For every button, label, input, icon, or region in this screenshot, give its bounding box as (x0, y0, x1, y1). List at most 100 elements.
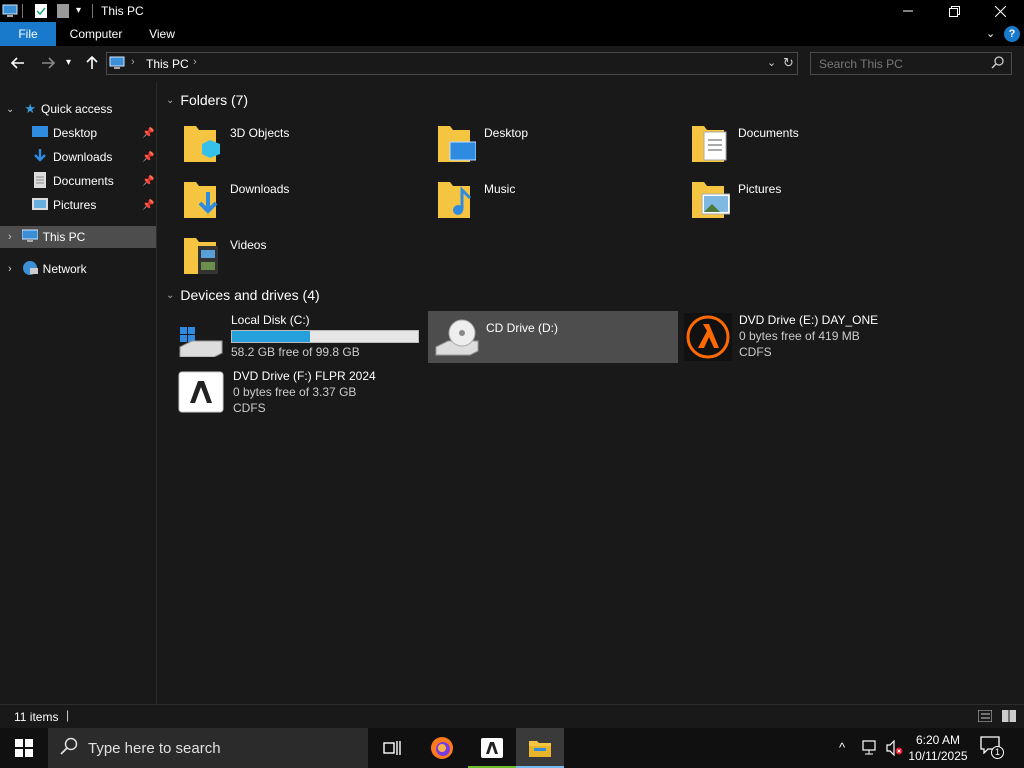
search-input[interactable]: Search This PC (819, 57, 903, 71)
volume-muted-icon[interactable] (886, 739, 904, 759)
windows-icon (15, 739, 33, 757)
adobe-app-button[interactable] (468, 728, 516, 768)
group-header-devices[interactable]: ⌄ Devices and drives (4) (166, 287, 320, 303)
drive-label: Local Disk (C:) (231, 313, 310, 327)
folder-desktop[interactable]: Desktop (436, 120, 676, 170)
chevron-down-icon[interactable]: ⌄ (166, 290, 174, 301)
folder-3d-objects[interactable]: 3D Objects (182, 120, 422, 170)
tab-view[interactable]: View (140, 22, 184, 46)
new-folder-icon[interactable] (56, 3, 70, 19)
sidebar-item-label: This PC (42, 230, 86, 244)
properties-icon[interactable] (34, 3, 48, 19)
sidebar-item-quick-access[interactable]: ⌄ ★ Quick access (0, 98, 156, 120)
breadcrumb-separator-icon[interactable]: › (131, 56, 135, 68)
sidebar-item-label: Downloads (53, 150, 113, 164)
status-bar: 11 items | (0, 704, 1024, 728)
up-arrow-icon[interactable] (84, 55, 100, 74)
file-explorer-button[interactable] (516, 728, 564, 768)
chevron-down-icon[interactable]: ⌄ (6, 104, 14, 115)
task-view-button[interactable] (368, 728, 416, 768)
show-hidden-icons-icon[interactable]: ^ (839, 740, 845, 755)
sidebar-item-downloads[interactable]: Downloads 📌 (0, 146, 156, 168)
drive-label: DVD Drive (E:) DAY_ONE (739, 313, 879, 327)
half-life-lambda-icon (684, 313, 732, 364)
start-button[interactable] (0, 728, 48, 768)
taskbar-search-input[interactable]: Type here to search (88, 740, 221, 757)
network-status-icon[interactable] (862, 740, 880, 759)
pin-icon[interactable]: 📌 (142, 176, 154, 187)
this-pc-icon (109, 56, 125, 73)
address-dropdown-icon[interactable]: ⌄ (767, 56, 776, 69)
chevron-down-icon[interactable]: ⌄ (166, 95, 174, 106)
search-icon (60, 737, 78, 759)
folder-desktop-icon (436, 120, 477, 167)
folder-pictures[interactable]: Pictures (690, 176, 930, 226)
address-bar[interactable]: › This PC › ⌄ ↻ (106, 52, 798, 75)
tab-file[interactable]: File (0, 22, 56, 46)
help-icon[interactable]: ? (1004, 26, 1020, 42)
title-bar: ▾ This PC (0, 0, 1024, 22)
forward-arrow-icon[interactable] (40, 55, 56, 74)
sidebar-item-desktop[interactable]: Desktop 📌 (0, 122, 156, 144)
restore-button[interactable] (931, 0, 977, 22)
folder-videos[interactable]: Videos (182, 232, 422, 282)
drive-f[interactable]: DVD Drive (F:) FLPR 2024 0 bytes free of… (174, 367, 424, 419)
drive-free-space: 0 bytes free of 419 MB (739, 329, 860, 343)
folder-music-icon (436, 176, 476, 223)
documents-icon (32, 171, 48, 191)
item-count: 11 items (14, 710, 59, 724)
tab-computer[interactable]: Computer (62, 22, 130, 46)
pin-icon[interactable]: 📌 (142, 152, 154, 163)
firefox-icon (431, 737, 453, 759)
drive-usage-bar (231, 330, 419, 343)
minimize-button[interactable] (885, 0, 931, 22)
drive-label: CD Drive (D:) (486, 321, 558, 335)
recent-locations-icon[interactable]: ▾ (66, 57, 71, 68)
expand-ribbon-icon[interactable]: ⌄ (986, 27, 995, 40)
taskbar-search[interactable]: Type here to search (48, 728, 368, 768)
folder-pictures-icon (690, 176, 731, 223)
notification-count-badge: 1 (991, 746, 1004, 759)
folder-documents[interactable]: Documents (690, 120, 930, 170)
drive-free-space: 0 bytes free of 3.37 GB (233, 385, 357, 399)
drive-filesystem: CDFS (233, 401, 266, 415)
pin-icon[interactable]: 📌 (142, 200, 154, 211)
back-arrow-icon[interactable] (10, 55, 26, 74)
pictures-icon (32, 197, 48, 214)
group-header-label: Devices and drives (4) (180, 287, 320, 303)
search-icon[interactable] (991, 56, 1004, 72)
folder-label: Desktop (484, 126, 529, 140)
folder-downloads[interactable]: Downloads (182, 176, 422, 226)
folder-downloads-icon (182, 176, 222, 223)
sidebar-item-pictures[interactable]: Pictures 📌 (0, 194, 156, 216)
chevron-right-icon[interactable]: › (8, 263, 12, 275)
breadcrumb-this-pc[interactable]: This PC (146, 57, 189, 71)
search-box[interactable]: Search This PC (810, 52, 1012, 75)
customize-qat-icon[interactable]: ▾ (76, 5, 81, 21)
details-view-icon[interactable] (977, 709, 993, 725)
drive-d[interactable]: CD Drive (D:) (428, 311, 678, 363)
sidebar-item-documents[interactable]: Documents 📌 (0, 170, 156, 192)
firefox-button[interactable] (418, 728, 466, 768)
chevron-right-icon[interactable]: › (8, 231, 12, 243)
notifications-button[interactable]: 1 (980, 736, 1004, 760)
drive-e[interactable]: DVD Drive (E:) DAY_ONE 0 bytes free of 4… (684, 311, 944, 363)
sidebar-item-network[interactable]: › Network (0, 258, 156, 280)
drive-filesystem: CDFS (739, 345, 772, 359)
refresh-icon[interactable]: ↻ (783, 55, 794, 71)
folder-music[interactable]: Music (436, 176, 676, 226)
group-header-folders[interactable]: ⌄ Folders (7) (166, 92, 248, 108)
this-pc-icon[interactable] (2, 3, 18, 19)
taskbar-clock[interactable]: 6:20 AM 10/11/2025 (904, 732, 972, 764)
taskbar: Type here to search ^ 6:20 AM 10/11/2025… (0, 728, 1024, 768)
sidebar-item-this-pc[interactable]: › This PC (0, 226, 156, 248)
close-button[interactable] (977, 0, 1023, 22)
windows-drive-icon (174, 323, 224, 360)
pin-icon[interactable]: 📌 (142, 128, 154, 139)
folder-3d-objects-icon (182, 120, 222, 167)
adobe-icon (178, 371, 226, 416)
group-header-label: Folders (7) (180, 92, 249, 108)
large-icons-view-icon[interactable] (1002, 710, 1016, 725)
breadcrumb-separator-icon[interactable]: › (193, 56, 197, 68)
drive-c[interactable]: Local Disk (C:) 58.2 GB free of 99.8 GB (174, 311, 424, 363)
